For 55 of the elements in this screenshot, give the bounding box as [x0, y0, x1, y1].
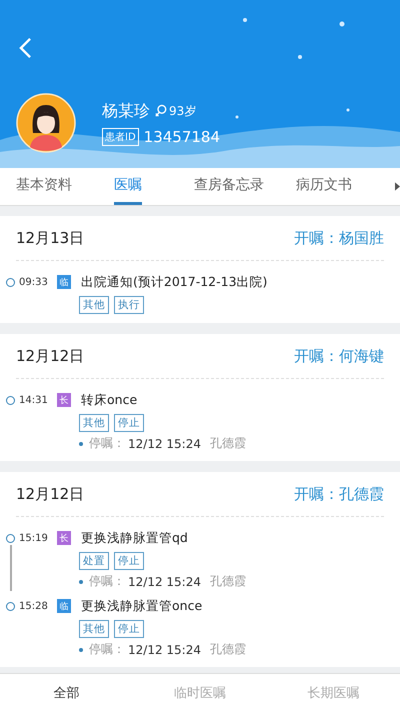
date-heading: 12月13日	[16, 228, 84, 248]
back-icon[interactable]	[19, 37, 32, 59]
tab[interactable]: 查房备忘录	[194, 168, 264, 205]
patient-id: 13457184	[144, 128, 220, 146]
filter-tab[interactable]: 全部	[0, 674, 134, 711]
timeline-dot	[6, 534, 15, 542]
order-type-badge: 临	[57, 599, 71, 613]
female-icon	[155, 104, 167, 118]
timeline-dot	[6, 602, 15, 610]
tab[interactable]: 医嘱	[114, 168, 142, 205]
tab[interactable]: 基本资料	[16, 168, 72, 205]
order-time: 15:19	[19, 532, 49, 544]
date-heading: 12月12日	[16, 346, 84, 366]
patient-age: 93岁	[169, 102, 196, 120]
order-tag: 其他	[79, 620, 109, 638]
order-tag: 处置	[79, 552, 109, 570]
order-title: 转床once	[81, 392, 138, 408]
ordering-doctor: 开嘱：何海键	[294, 346, 384, 366]
timeline-dot	[6, 278, 15, 286]
avatar-icon	[16, 93, 76, 153]
bullet-icon	[79, 442, 83, 446]
order-type-badge: 长	[57, 531, 71, 545]
order-tag: 停止	[114, 414, 144, 432]
stop-time: 12/12 15:24	[128, 642, 201, 656]
ordering-doctor: 开嘱：孔德霞	[294, 484, 384, 504]
order-tag: 停止	[114, 552, 144, 570]
bullet-icon	[79, 580, 83, 584]
order-tag: 其他	[79, 296, 109, 314]
order-tag: 停止	[114, 620, 144, 638]
order-title: 出院通知(预计2017-12-13出院)	[81, 274, 268, 290]
order-time: 15:28	[19, 600, 49, 612]
tab[interactable]: 病历文书	[296, 168, 352, 205]
order-title: 更换浅静脉置管qd	[81, 530, 188, 546]
stop-label: 停嘱：	[89, 641, 125, 658]
stopped-by: 孔德霞	[210, 641, 246, 658]
date-heading: 12月12日	[16, 484, 84, 504]
stop-label: 停嘱：	[89, 435, 125, 452]
patient-name: 杨某珍	[102, 100, 150, 122]
stop-time: 12/12 15:24	[128, 574, 201, 588]
stopped-by: 孔德霞	[210, 573, 246, 590]
order-time: 14:31	[19, 394, 49, 406]
bullet-icon	[79, 648, 83, 652]
order-title: 更换浅静脉置管once	[81, 598, 202, 614]
order-tag: 执行	[114, 296, 144, 314]
stop-time: 12/12 15:24	[128, 436, 201, 450]
order-tag: 其他	[79, 414, 109, 432]
stopped-by: 孔德霞	[210, 435, 246, 452]
order-type-badge: 长	[57, 393, 71, 407]
ordering-doctor: 开嘱：杨国胜	[294, 228, 384, 248]
timeline-dot	[6, 396, 15, 404]
id-label: 患者ID	[102, 128, 139, 146]
more-tabs-icon[interactable]	[395, 182, 400, 191]
stop-label: 停嘱：	[89, 573, 125, 590]
order-time: 09:33	[19, 276, 49, 288]
order-type-badge: 临	[57, 275, 71, 289]
